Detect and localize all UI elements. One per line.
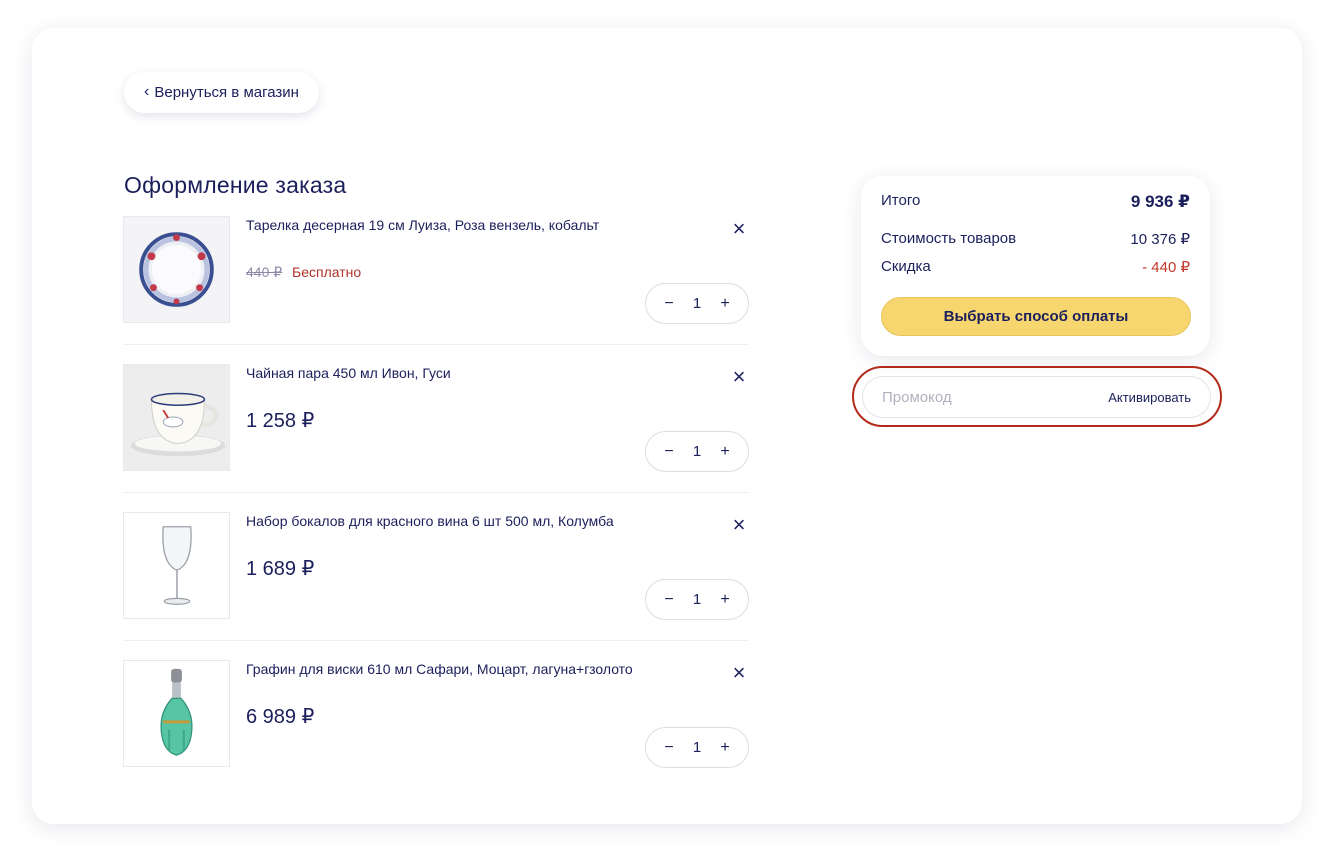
item-price-block: 440 ₽ Бесплатно	[246, 264, 361, 281]
quantity-stepper: − 1 +	[645, 283, 749, 324]
quantity-value: 1	[692, 295, 702, 312]
chevron-left-icon: ‹	[144, 82, 150, 100]
promo-code-input[interactable]	[882, 388, 1062, 406]
quantity-value: 1	[692, 739, 702, 756]
summary-cost-row: Стоимость товаров 10 376 ₽	[881, 230, 1190, 248]
quantity-stepper: − 1 +	[645, 579, 749, 620]
remove-item-icon[interactable]: ×	[729, 662, 749, 684]
decanter-icon[interactable]	[123, 660, 230, 767]
quantity-stepper: − 1 +	[645, 727, 749, 768]
choose-payment-button[interactable]: Выбрать способ оплаты	[881, 297, 1191, 336]
order-summary: Итого 9 936 ₽ Стоимость товаров 10 376 ₽…	[861, 176, 1210, 356]
back-to-shop-label: Вернуться в магазин	[154, 84, 299, 101]
quantity-increase-button[interactable]: +	[718, 591, 732, 609]
tea-cup-icon[interactable]	[123, 364, 230, 471]
activate-promo-button[interactable]: Активировать	[1108, 390, 1191, 405]
quantity-increase-button[interactable]: +	[718, 739, 732, 757]
quantity-stepper: − 1 +	[645, 431, 749, 472]
summary-discount-row: Скидка - 440 ₽	[881, 258, 1190, 276]
item-name[interactable]: Тарелка десерная 19 см Луиза, Роза вензе…	[246, 216, 716, 234]
wine-glass-icon[interactable]	[123, 512, 230, 619]
item-name[interactable]: Графин для виски 610 мл Сафари, Моцарт, …	[246, 660, 716, 678]
plate-icon[interactable]	[123, 216, 230, 323]
summary-total-value: 9 936 ₽	[1130, 192, 1190, 211]
quantity-increase-button[interactable]: +	[718, 295, 732, 313]
remove-item-icon[interactable]: ×	[729, 366, 749, 388]
page-title: Оформление заказа	[124, 172, 347, 198]
back-to-shop-button[interactable]: ‹ Вернуться в магазин	[124, 72, 319, 113]
cart-item-plate: Тарелка десерная 19 см Луиза, Роза вензе…	[123, 216, 749, 345]
summary-cost-label: Стоимость товаров	[881, 230, 1017, 247]
item-name[interactable]: Чайная пара 450 мл Ивон, Гуси	[246, 364, 716, 382]
summary-discount-label: Скидка	[881, 258, 931, 275]
item-old-price: 440 ₽	[246, 264, 283, 280]
item-price: 1 258 ₽	[246, 410, 315, 432]
remove-item-icon[interactable]: ×	[729, 218, 749, 240]
quantity-decrease-button[interactable]: −	[662, 443, 676, 461]
quantity-decrease-button[interactable]: −	[662, 591, 676, 609]
remove-item-icon[interactable]: ×	[729, 514, 749, 536]
cart-item-decanter: Графин для виски 610 мл Сафари, Моцарт, …	[123, 660, 749, 768]
quantity-value: 1	[692, 443, 702, 460]
quantity-value: 1	[692, 591, 702, 608]
summary-discount-value: - 440 ₽	[1142, 259, 1190, 276]
item-free-price: Бесплатно	[292, 264, 362, 280]
cart-item-tea-cup: Чайная пара 450 мл Ивон, Гуси × 1 258 ₽ …	[123, 364, 749, 493]
summary-total-row: Итого 9 936 ₽	[881, 192, 1190, 212]
item-name[interactable]: Набор бокалов для красного вина 6 шт 500…	[246, 512, 716, 530]
quantity-decrease-button[interactable]: −	[662, 295, 676, 313]
item-price: 6 989 ₽	[246, 706, 315, 728]
quantity-decrease-button[interactable]: −	[662, 739, 676, 757]
summary-cost-value: 10 376 ₽	[1130, 231, 1190, 248]
promo-code-field: Активировать	[862, 376, 1211, 418]
cart-item-wine-glasses: Набор бокалов для красного вина 6 шт 500…	[123, 512, 749, 641]
quantity-increase-button[interactable]: +	[718, 443, 732, 461]
summary-total-label: Итого	[881, 192, 921, 209]
item-price: 1 689 ₽	[246, 558, 315, 580]
